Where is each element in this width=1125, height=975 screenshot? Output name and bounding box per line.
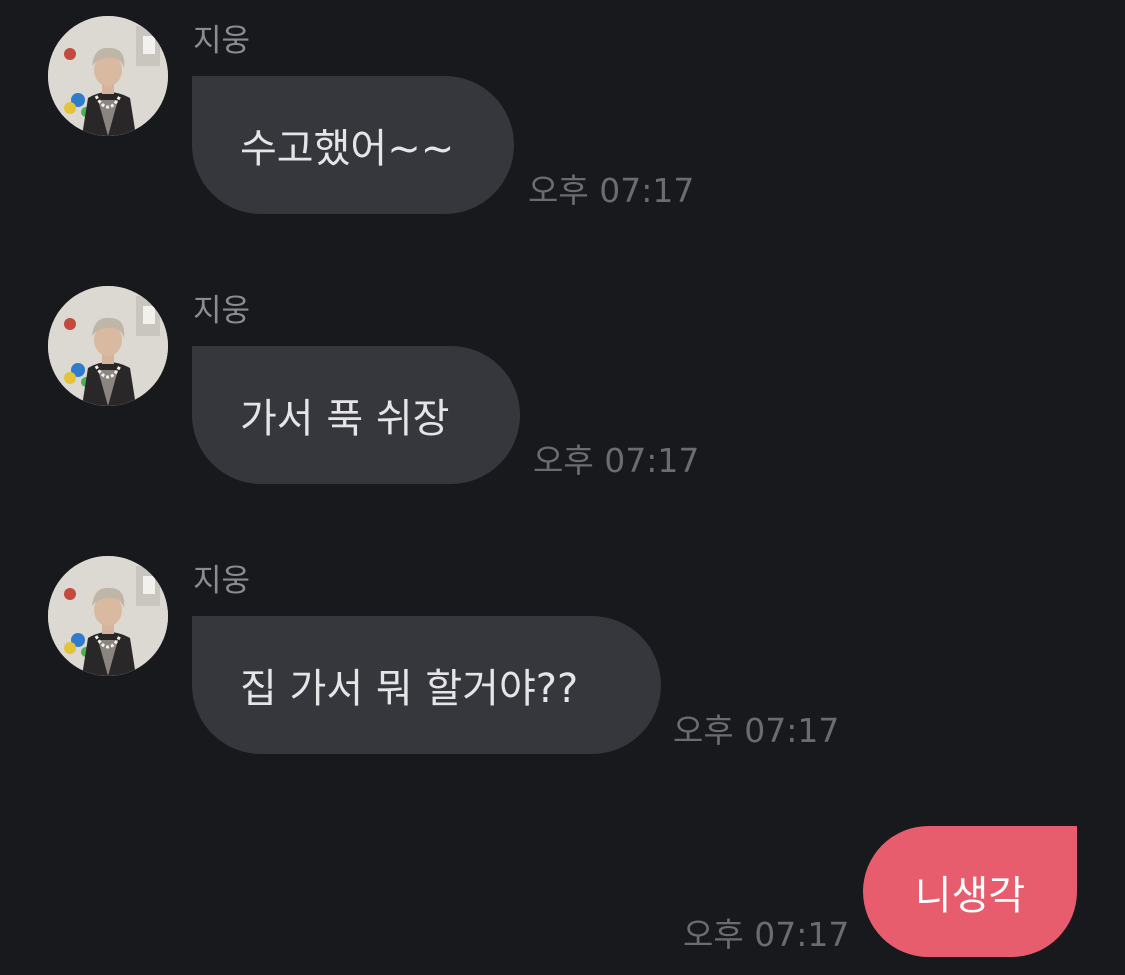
user-avatar-photo-icon	[48, 556, 168, 676]
message-bubble-incoming[interactable]: 가서 푹 쉬장	[192, 346, 520, 484]
message-bubble-incoming[interactable]: 수고했어~~	[192, 76, 514, 214]
user-avatar-photo-icon	[48, 16, 168, 136]
message-bubble-outgoing[interactable]: 니생각	[863, 826, 1077, 957]
sender-name: 지웅	[193, 563, 251, 599]
user-avatar-photo-icon	[48, 286, 168, 406]
message-bubble-incoming[interactable]: 집 가서 뭐 할거야??	[192, 616, 661, 754]
sender-name: 지웅	[193, 23, 251, 59]
user-avatar[interactable]	[48, 286, 168, 406]
message-timestamp: 오후 07:17	[533, 441, 700, 480]
user-avatar[interactable]	[48, 16, 168, 136]
user-avatar[interactable]	[48, 556, 168, 676]
sender-name: 지웅	[193, 293, 251, 329]
message-timestamp: 오후 07:17	[683, 915, 850, 954]
message-timestamp: 오후 07:17	[673, 711, 840, 750]
message-timestamp: 오후 07:17	[528, 171, 695, 210]
